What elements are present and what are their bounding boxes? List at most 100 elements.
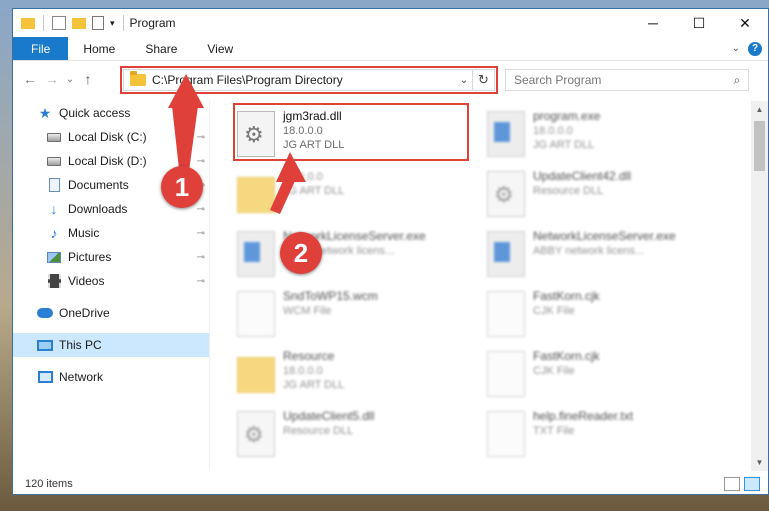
sidebar-item-label: Videos xyxy=(68,274,105,288)
sidebar-item-pictures[interactable]: Pictures ⊸ xyxy=(13,245,209,269)
videos-icon xyxy=(46,273,62,289)
downloads-icon: ↓ xyxy=(50,201,58,217)
new-folder-icon[interactable] xyxy=(72,17,86,29)
pictures-icon xyxy=(46,249,62,265)
sidebar-item-label: Downloads xyxy=(68,202,128,216)
step-2-badge: 2 xyxy=(280,232,322,274)
help-icon[interactable]: ? xyxy=(748,41,762,56)
sidebar-item-label: Music xyxy=(68,226,100,240)
divider xyxy=(122,15,124,31)
sidebar-item-quick-access[interactable]: ★ Quick access xyxy=(13,101,209,125)
file-version: 18.0.0.0 xyxy=(283,171,323,183)
chevron-down-icon[interactable]: ⌄ xyxy=(732,43,740,54)
pin-icon[interactable]: ⊸ xyxy=(197,276,205,287)
pin-icon[interactable]: ⊸ xyxy=(197,204,205,215)
search-box[interactable]: Search Program ⌕ xyxy=(505,69,749,91)
forward-button[interactable]: → xyxy=(41,68,63,90)
toolbar-dropdown-icon[interactable]: ▾ xyxy=(110,18,115,29)
file-type: CJK File xyxy=(533,305,575,317)
file-name: jgm3rad.dll xyxy=(283,109,342,123)
search-icon[interactable]: ⌕ xyxy=(726,73,748,88)
dll-file-icon xyxy=(237,411,275,457)
address-dropdown-button[interactable]: ⌄ xyxy=(456,75,472,86)
title-bar: ▾ Program ─ ☐ ✕ xyxy=(13,9,768,37)
file-version: 18.0.0.0 xyxy=(283,125,323,137)
scrollbar-thumb[interactable] xyxy=(754,121,765,171)
file-name: help.fineReader.txt xyxy=(533,409,634,423)
folder-icon xyxy=(237,357,275,393)
scroll-down-button[interactable]: ▼ xyxy=(751,454,768,471)
tiles-view-button[interactable] xyxy=(744,477,760,491)
divider xyxy=(43,15,44,31)
file-description: JG ART DLL xyxy=(283,185,345,197)
customize-toolbar-icon[interactable] xyxy=(92,16,104,30)
view-switcher xyxy=(724,477,768,491)
address-path[interactable]: C:\Program Files\Program Directory xyxy=(152,73,456,87)
file-item[interactable]: SndToWP15.wcm WCM File xyxy=(237,287,467,347)
file-item[interactable]: FastKorn.cjk CJK File xyxy=(487,287,717,347)
file-icon xyxy=(487,291,525,337)
file-type: WCM File xyxy=(283,305,332,317)
tab-share[interactable]: Share xyxy=(130,37,192,60)
file-item[interactable]: NetworkLicenseServer.exe ABBY network li… xyxy=(487,227,717,287)
pane-divider[interactable] xyxy=(209,101,210,471)
file-name: FastKorn.cjk xyxy=(533,289,600,303)
up-button[interactable]: ↑ xyxy=(77,68,99,90)
quick-access-toolbar: ▾ xyxy=(13,9,126,37)
step-1-badge: 1 xyxy=(161,166,203,208)
sidebar-item-this-pc[interactable]: This PC xyxy=(13,333,209,357)
search-input[interactable]: Search Program xyxy=(514,73,601,87)
window-controls: ─ ☐ ✕ xyxy=(630,9,768,37)
maximize-button[interactable]: ☐ xyxy=(676,9,722,37)
file-name: UpdateClient42.dll xyxy=(533,169,632,183)
address-bar[interactable]: C:\Program Files\Program Directory ⌄ ↻ xyxy=(123,69,495,91)
file-type: TXT File xyxy=(533,425,575,437)
pin-icon[interactable]: ⊸ xyxy=(197,228,205,239)
file-item[interactable]: UpdateClient5.dll Resource DLL xyxy=(237,407,467,467)
sidebar-item-onedrive[interactable]: OneDrive xyxy=(13,301,209,325)
folder-icon[interactable] xyxy=(21,17,35,29)
file-item[interactable]: NetworkLicenseServer.exe ABBY network li… xyxy=(237,227,467,287)
file-item-jgm3rad-dll[interactable]: jgm3rad.dll 18.0.0.0 JG ART DLL xyxy=(237,107,467,167)
file-item[interactable]: help.fineReader.txt TXT File xyxy=(487,407,717,467)
exe-file-icon xyxy=(237,231,275,277)
this-pc-icon xyxy=(37,337,53,353)
file-item[interactable]: Resource 18.0.0.0 JG ART DLL xyxy=(237,347,467,407)
pin-icon[interactable]: ⊸ xyxy=(197,252,205,263)
sidebar-item-local-disk-c[interactable]: Local Disk (C:) ⊸ xyxy=(13,125,209,149)
disk-icon xyxy=(46,129,62,145)
file-description: ABBY network licens... xyxy=(533,245,645,257)
file-type: Resource DLL xyxy=(283,425,354,437)
file-name: SndToWP15.wcm xyxy=(283,289,378,303)
back-button[interactable]: ← xyxy=(19,68,41,90)
onedrive-icon xyxy=(37,305,53,321)
star-icon: ★ xyxy=(38,104,52,121)
refresh-button[interactable]: ↻ xyxy=(472,70,494,90)
file-item[interactable]: UpdateClient42.dll Resource DLL xyxy=(487,167,717,227)
scroll-up-button[interactable]: ▲ xyxy=(751,101,768,118)
sidebar-item-videos[interactable]: Videos ⊸ xyxy=(13,269,209,293)
file-item[interactable]: 18.0.0.0 JG ART DLL xyxy=(237,167,467,227)
network-icon xyxy=(37,369,53,385)
folder-icon xyxy=(130,71,146,86)
pin-icon[interactable]: ⊸ xyxy=(197,132,205,143)
properties-icon[interactable] xyxy=(52,16,66,30)
window-title: Program xyxy=(129,16,176,30)
tab-view[interactable]: View xyxy=(192,37,248,60)
close-button[interactable]: ✕ xyxy=(722,9,768,37)
file-description: JG ART DLL xyxy=(283,379,345,391)
sidebar-item-music[interactable]: ♪ Music ⊸ xyxy=(13,221,209,245)
dll-file-icon xyxy=(487,171,525,217)
recent-locations-button[interactable]: ⌄ xyxy=(63,68,77,90)
pin-icon[interactable]: ⊸ xyxy=(197,156,205,167)
file-item[interactable]: program.exe 18.0.0.0 JG ART DLL xyxy=(487,107,717,167)
details-view-button[interactable] xyxy=(724,477,740,491)
sidebar-item-network[interactable]: Network xyxy=(13,365,209,389)
vertical-scrollbar[interactable]: ▲ ▼ xyxy=(751,101,768,471)
sidebar-item-label: OneDrive xyxy=(59,306,110,320)
tab-file[interactable]: File xyxy=(13,37,69,60)
tab-home[interactable]: Home xyxy=(68,37,130,60)
minimize-button[interactable]: ─ xyxy=(630,9,676,37)
file-icon xyxy=(237,291,275,337)
file-item[interactable]: FastKorn.cjk CJK File xyxy=(487,347,717,407)
